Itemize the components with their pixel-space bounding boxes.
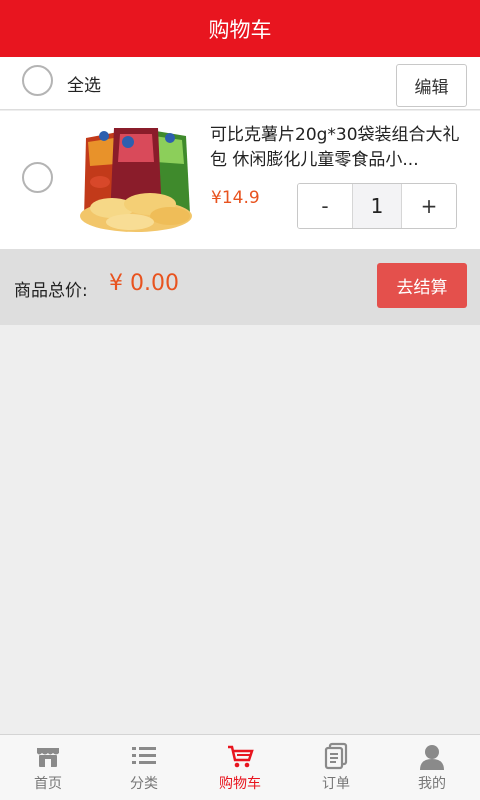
tab-home[interactable]: 首页 (0, 735, 96, 800)
tab-cart[interactable]: 购物车 (192, 735, 288, 800)
cart-item: 可比克薯片20g*30袋装组合大礼包 休闲膨化儿童零食品小... ¥14.9 -… (0, 111, 480, 249)
product-image[interactable] (78, 124, 194, 234)
edit-button[interactable]: 编辑 (396, 64, 467, 107)
tab-label: 首页 (34, 776, 62, 792)
select-all-label: 全选 (67, 76, 101, 96)
total-bar: 商品总价: ¥ 0.00 去结算 (0, 249, 480, 325)
nav-header: 购物车 (0, 0, 480, 57)
item-select-radio[interactable] (22, 162, 53, 193)
quantity-stepper: - 1 + (297, 183, 457, 229)
item-price: ¥14.9 (211, 188, 260, 208)
user-icon (420, 745, 444, 770)
tab-label: 购物车 (219, 776, 261, 792)
bottom-tab-bar: 首页 分类 购物车 订单 我的 (0, 734, 480, 800)
total-label: 商品总价: (14, 281, 88, 301)
cart-icon (228, 745, 254, 768)
list-icon (132, 747, 156, 764)
tab-category[interactable]: 分类 (96, 735, 192, 800)
tab-label: 订单 (322, 776, 350, 792)
decrease-quantity-button[interactable]: - (298, 184, 352, 228)
quantity-value[interactable]: 1 (352, 184, 402, 228)
checkout-button[interactable]: 去结算 (377, 263, 467, 308)
tab-orders[interactable]: 订单 (288, 735, 384, 800)
tab-profile[interactable]: 我的 (384, 735, 480, 800)
select-all-row: 全选 编辑 (0, 57, 480, 110)
increase-quantity-button[interactable]: + (402, 184, 456, 228)
shop-icon (37, 748, 59, 767)
orders-icon (324, 742, 348, 770)
total-price: ¥ 0.00 (109, 271, 179, 296)
item-title[interactable]: 可比克薯片20g*30袋装组合大礼包 休闲膨化儿童零食品小... (210, 123, 468, 173)
tab-label: 分类 (130, 776, 158, 792)
select-all-radio[interactable] (22, 65, 53, 96)
page-title: 购物车 (208, 17, 272, 42)
tab-label: 我的 (418, 776, 446, 792)
